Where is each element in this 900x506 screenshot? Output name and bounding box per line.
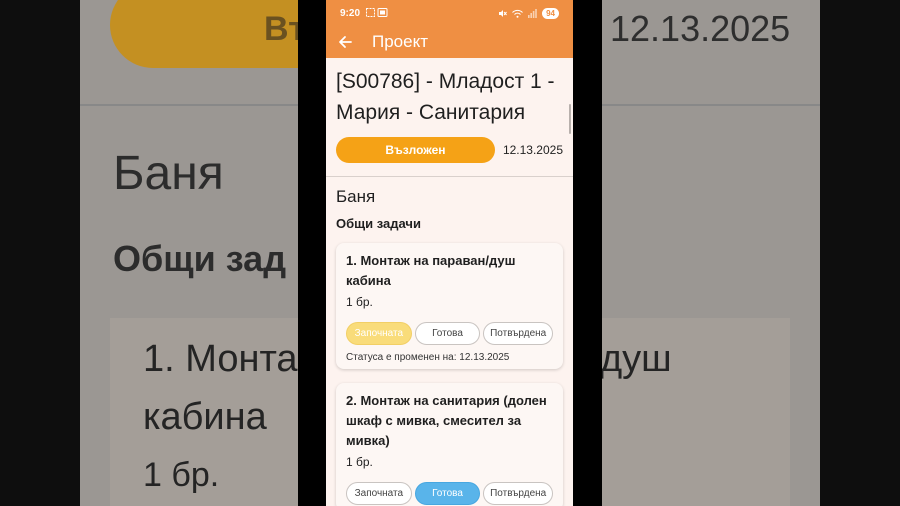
phone-frame: 9:20 94 Проект [S00786] - Младост 1 - Ма… — [298, 0, 602, 506]
task-status-chips: Започната Готова Потвърдена — [346, 482, 553, 505]
task-quantity: 1 бр. — [346, 295, 373, 309]
battery-badge: 94 — [542, 7, 559, 19]
background-right-edge — [820, 0, 900, 506]
wifi-icon — [512, 9, 523, 18]
screen-record-icon — [366, 7, 388, 17]
project-date: 12.13.2025 — [502, 143, 563, 157]
page-title: Проект — [372, 32, 428, 51]
scrollbar[interactable] — [569, 104, 571, 134]
signal-icon — [528, 8, 537, 18]
back-arrow-icon[interactable] — [336, 33, 354, 51]
task-quantity: 1 бр. — [346, 455, 373, 469]
status-changed-text: Статуса е променен на: 12.13.2025 — [346, 352, 510, 363]
project-title: [S00786] - Младост 1 - Мария - Санитария — [336, 70, 555, 124]
background-left-edge — [0, 0, 80, 506]
status-right-icons: 94 — [498, 7, 559, 19]
task-section: Баня Общи задачи 1. Монтаж на параван/ду… — [326, 177, 573, 506]
phone-screen: 9:20 94 Проект [S00786] - Младост 1 - Ма… — [326, 0, 573, 506]
task-card: 1. Монтаж на параван/душ кабина 1 бр. За… — [336, 243, 563, 369]
project-header: [S00786] - Младост 1 - Мария - Санитария… — [326, 58, 573, 163]
chip-confirmed[interactable]: Потвърдена — [483, 322, 553, 345]
background-date: 12.13.2025 — [610, 8, 791, 49]
project-status-row: Възложен 12.13.2025 — [336, 137, 563, 163]
project-status-button[interactable]: Възложен — [336, 137, 495, 163]
chip-confirmed[interactable]: Потвърдена — [483, 482, 553, 505]
chip-done[interactable]: Готова — [414, 482, 481, 505]
background-task-line3: 1 бр. — [143, 456, 220, 494]
task-title: 2. Монтаж на санитария (долен шкаф с мив… — [346, 393, 547, 448]
notification-icons — [366, 7, 388, 19]
task-card: 2. Монтаж на санитария (долен шкаф с мив… — [336, 383, 563, 506]
task-status-chips: Започната Готова Потвърдена — [346, 322, 553, 345]
status-time: 9:20 — [340, 7, 361, 19]
background-task-right: душ — [600, 338, 672, 380]
subsection-title: Общи задачи — [336, 216, 421, 231]
status-bar: 9:20 94 — [326, 0, 573, 26]
chip-started[interactable]: Започната — [346, 482, 412, 505]
mute-icon — [499, 9, 507, 17]
app-bar: Проект — [326, 26, 573, 58]
background-task-line2: кабина — [143, 396, 267, 438]
chip-started[interactable]: Започната — [346, 322, 412, 345]
chip-done[interactable]: Готова — [414, 322, 481, 345]
background-task-line1: 1. Монта — [143, 338, 298, 380]
background-heading: Баня — [113, 147, 224, 200]
background-subheading: Общи зад — [113, 238, 287, 279]
task-title: 1. Монтаж на параван/душ кабина — [346, 253, 516, 288]
section-title: Баня — [336, 187, 376, 206]
